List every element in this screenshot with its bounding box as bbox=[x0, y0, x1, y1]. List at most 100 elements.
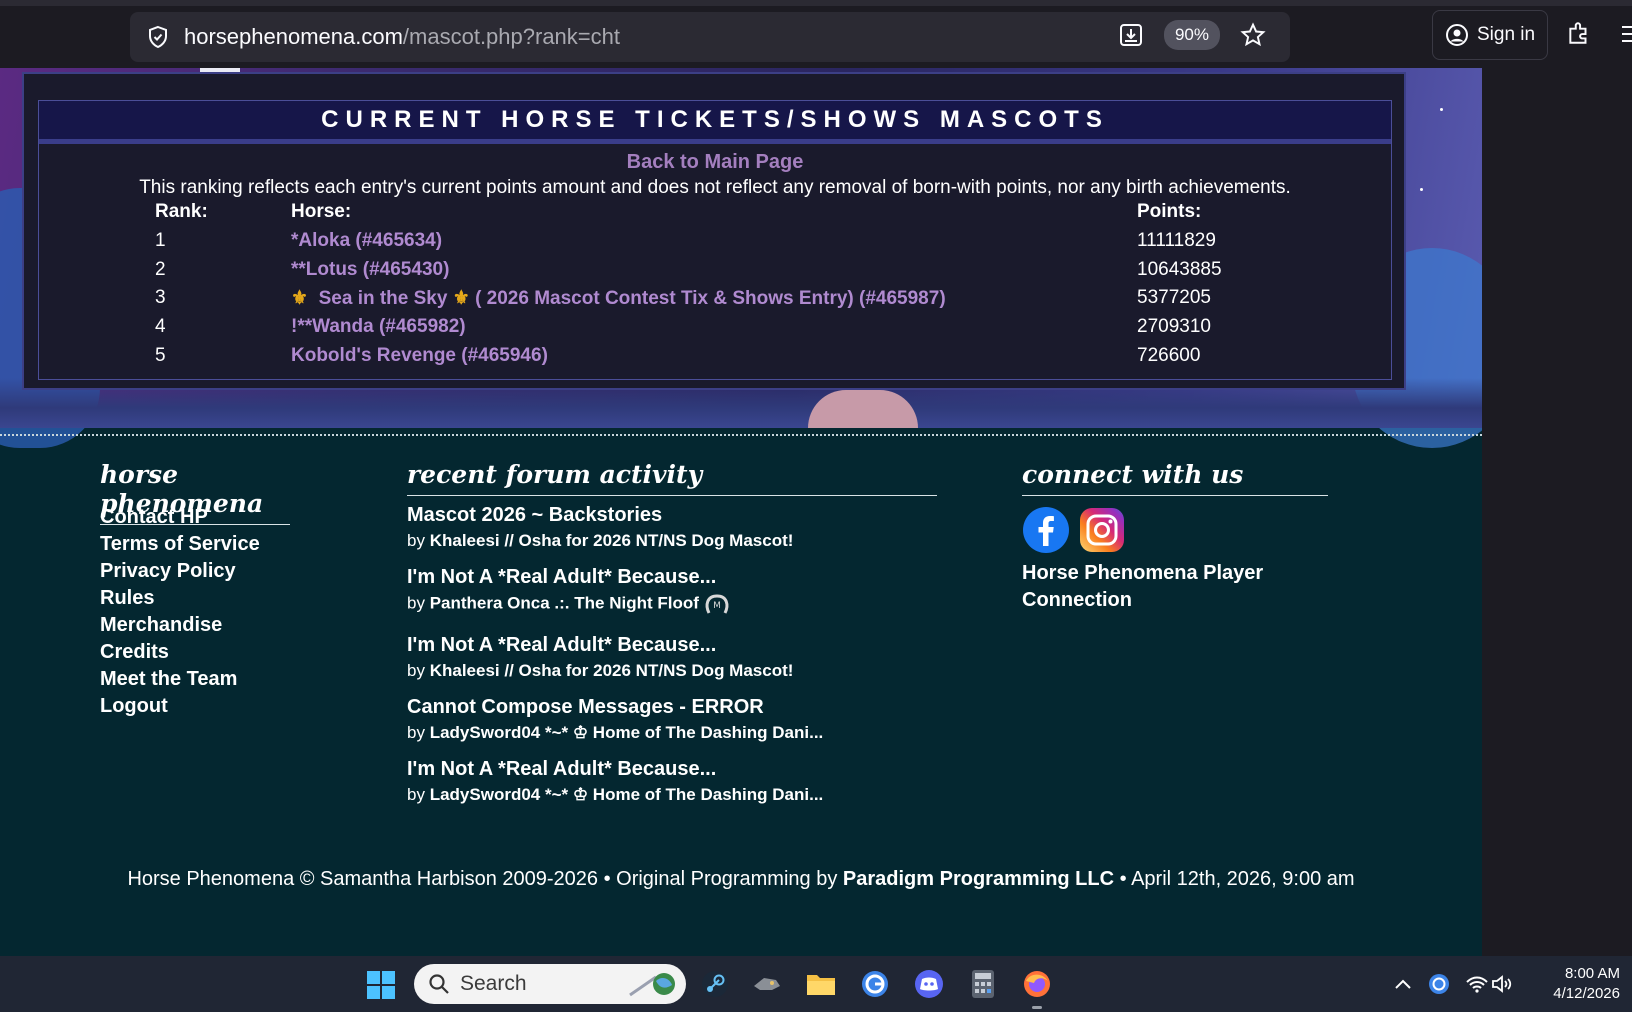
horse-link[interactable]: *Aloka (#465634) bbox=[291, 230, 442, 252]
logout-link[interactable]: Logout bbox=[100, 695, 260, 722]
rank-cell: 4 bbox=[155, 316, 166, 337]
horse-header: Horse: bbox=[291, 201, 352, 222]
forum-thread-link[interactable]: I'm Not A *Real Adult* Because... bbox=[407, 634, 793, 657]
firefox-icon[interactable] bbox=[1020, 968, 1054, 1000]
fleur-de-lis-icon: ⚜ bbox=[452, 288, 470, 309]
forum-thread-link[interactable]: Mascot 2026 ~ Backstories bbox=[407, 504, 793, 527]
panel-title: CURRENT HORSE TICKETS/SHOWS MASCOTS bbox=[39, 101, 1391, 144]
fleur-de-lis-icon: ⚜ bbox=[291, 288, 309, 309]
table-row: 5 Kobold's Revenge (#465946) 726600 bbox=[39, 345, 1391, 373]
connect-title: connect with us bbox=[1022, 460, 1328, 496]
menu-icon[interactable] bbox=[1620, 24, 1632, 49]
credits-link[interactable]: Credits bbox=[100, 641, 260, 668]
facebook-icon[interactable] bbox=[1022, 506, 1070, 559]
instagram-icon[interactable] bbox=[1078, 506, 1126, 559]
mascot-ranking-panel: CURRENT HORSE TICKETS/SHOWS MASCOTS Back… bbox=[22, 72, 1406, 390]
horse-link[interactable]: ⚜ Sea in the Sky ⚜ ( 2026 Mascot Contest… bbox=[291, 287, 946, 310]
grammar-app-icon[interactable] bbox=[858, 968, 892, 1000]
extensions-icon[interactable] bbox=[1566, 20, 1592, 51]
horseshoe-icon: M bbox=[705, 594, 728, 614]
privacy-link[interactable]: Privacy Policy bbox=[100, 560, 260, 587]
url-text[interactable]: horsephenomena.com/mascot.php?rank=cht bbox=[184, 24, 620, 50]
forum-author-link[interactable]: LadySword04 *~* ♔ Home of The Dashing Da… bbox=[430, 723, 824, 742]
sign-in-label: Sign in bbox=[1477, 24, 1536, 45]
volume-icon[interactable] bbox=[1486, 968, 1520, 1000]
bookmark-star-icon[interactable] bbox=[1238, 20, 1268, 50]
forum-thread-link[interactable]: I'm Not A *Real Adult* Because... bbox=[407, 566, 730, 589]
table-row: 2 **Lotus (#465430) 10643885 bbox=[39, 259, 1391, 287]
rank-cell: 2 bbox=[155, 259, 166, 280]
forum-item: I'm Not A *Real Adult* Because... by Kha… bbox=[407, 634, 793, 681]
sign-in-button[interactable]: Sign in bbox=[1432, 10, 1548, 60]
steam-icon[interactable] bbox=[698, 968, 732, 1000]
horse-link[interactable]: **Lotus (#465430) bbox=[291, 259, 449, 281]
contact-link[interactable]: Contact HP bbox=[100, 506, 260, 533]
calculator-icon[interactable] bbox=[966, 968, 1000, 1000]
ranking-box: CURRENT HORSE TICKETS/SHOWS MASCOTS Back… bbox=[38, 100, 1392, 380]
search-label: Search bbox=[460, 972, 527, 995]
points-cell: 11111829 bbox=[1137, 230, 1216, 251]
star-decoration bbox=[1420, 188, 1423, 191]
forum-author-line: by Panthera Onca .:. The Night Floof M bbox=[407, 593, 730, 615]
copyright-text: Horse Phenomena © Samantha Harbison 2009… bbox=[127, 868, 838, 890]
table-row: 4 !**Wanda (#465982) 2709310 bbox=[39, 316, 1391, 344]
horse-name: Sea in the Sky bbox=[318, 288, 448, 309]
forum-author-link[interactable]: LadySword04 *~* ♔ Home of The Dashing Da… bbox=[430, 785, 824, 804]
copyright-line: Horse Phenomena © Samantha Harbison 2009… bbox=[0, 868, 1482, 891]
forum-activity-title: recent forum activity bbox=[407, 460, 937, 496]
game-app-icon[interactable] bbox=[750, 968, 784, 1000]
forum-item: Mascot 2026 ~ Backstories by Khaleesi //… bbox=[407, 504, 793, 551]
active-app-indicator bbox=[1032, 1006, 1042, 1009]
forum-author-link[interactable]: Panthera Onca .:. The Night Floof bbox=[430, 593, 699, 612]
forum-author-link[interactable]: Khaleesi // Osha for 2026 NT/NS Dog Masc… bbox=[430, 661, 794, 680]
merchandise-link[interactable]: Merchandise bbox=[100, 614, 260, 641]
terms-link[interactable]: Terms of Service bbox=[100, 533, 260, 560]
by-label: by bbox=[407, 661, 425, 680]
windows-start-icon[interactable] bbox=[366, 970, 396, 1005]
ranking-note: This ranking reflects each entry's curre… bbox=[139, 177, 1291, 198]
grammar-tray-icon[interactable] bbox=[1422, 968, 1456, 1000]
rank-cell: 5 bbox=[155, 345, 166, 366]
forum-author-line: by LadySword04 *~* ♔ Home of The Dashing… bbox=[407, 723, 823, 743]
download-icon[interactable] bbox=[1116, 20, 1146, 50]
system-clock[interactable]: 8:00 AM 4/12/2026 bbox=[1548, 964, 1620, 1004]
social-icons bbox=[1022, 506, 1126, 559]
meet-the-team-link[interactable]: Meet the Team bbox=[100, 668, 260, 695]
forum-author-line: by Khaleesi // Osha for 2026 NT/NS Dog M… bbox=[407, 661, 793, 681]
url-domain: horsephenomena.com bbox=[184, 24, 403, 49]
tab-strip-edge bbox=[0, 0, 1632, 6]
web-page: CURRENT HORSE TICKETS/SHOWS MASCOTS Back… bbox=[0, 68, 1482, 956]
star-decoration bbox=[1440, 108, 1443, 111]
points-cell: 5377205 bbox=[1137, 287, 1211, 308]
tracking-shield-icon[interactable] bbox=[144, 23, 172, 51]
chevron-up-icon[interactable] bbox=[1386, 968, 1420, 1000]
horse-ears-decoration bbox=[808, 390, 918, 428]
player-connection-link[interactable]: Horse Phenomena Player Connection bbox=[1022, 560, 1302, 614]
windows-taskbar: Search 8:00 AM 4/12/2026 bbox=[0, 956, 1632, 1012]
forum-thread-link[interactable]: Cannot Compose Messages - ERROR bbox=[407, 696, 823, 719]
paradigm-link[interactable]: Paradigm Programming LLC bbox=[843, 868, 1114, 890]
points-header: Points: bbox=[1137, 201, 1202, 222]
address-bar[interactable]: horsephenomena.com/mascot.php?rank=cht 9… bbox=[130, 12, 1290, 62]
table-header-row: Rank: Horse: Points: bbox=[39, 201, 1391, 229]
forum-author-line: by LadySword04 *~* ♔ Home of The Dashing… bbox=[407, 785, 823, 805]
discord-icon[interactable] bbox=[912, 968, 946, 1000]
forum-thread-link[interactable]: I'm Not A *Real Adult* Because... bbox=[407, 758, 823, 781]
by-label: by bbox=[407, 723, 425, 742]
horse-suffix: ( 2026 Mascot Contest Tix & Shows Entry)… bbox=[475, 288, 946, 309]
horse-link[interactable]: Kobold's Revenge (#465946) bbox=[291, 345, 548, 367]
forum-item: I'm Not A *Real Adult* Because... by Lad… bbox=[407, 758, 823, 805]
zoom-level-badge[interactable]: 90% bbox=[1163, 20, 1220, 50]
account-icon bbox=[1446, 24, 1468, 46]
points-cell: 726600 bbox=[1137, 345, 1201, 366]
back-to-main-link[interactable]: Back to Main Page bbox=[39, 151, 1391, 174]
forum-author-link[interactable]: Khaleesi // Osha for 2026 NT/NS Dog Masc… bbox=[430, 531, 794, 550]
points-cell: 2709310 bbox=[1137, 316, 1211, 337]
taskbar-search-box[interactable]: Search bbox=[414, 964, 686, 1004]
horse-link[interactable]: !**Wanda (#465982) bbox=[291, 316, 466, 338]
hero-background: CURRENT HORSE TICKETS/SHOWS MASCOTS Back… bbox=[0, 68, 1482, 448]
by-label: by bbox=[407, 593, 425, 613]
browser-toolbar: horsephenomena.com/mascot.php?rank=cht 9… bbox=[0, 0, 1632, 68]
rules-link[interactable]: Rules bbox=[100, 587, 260, 614]
file-explorer-icon[interactable] bbox=[804, 968, 838, 1000]
